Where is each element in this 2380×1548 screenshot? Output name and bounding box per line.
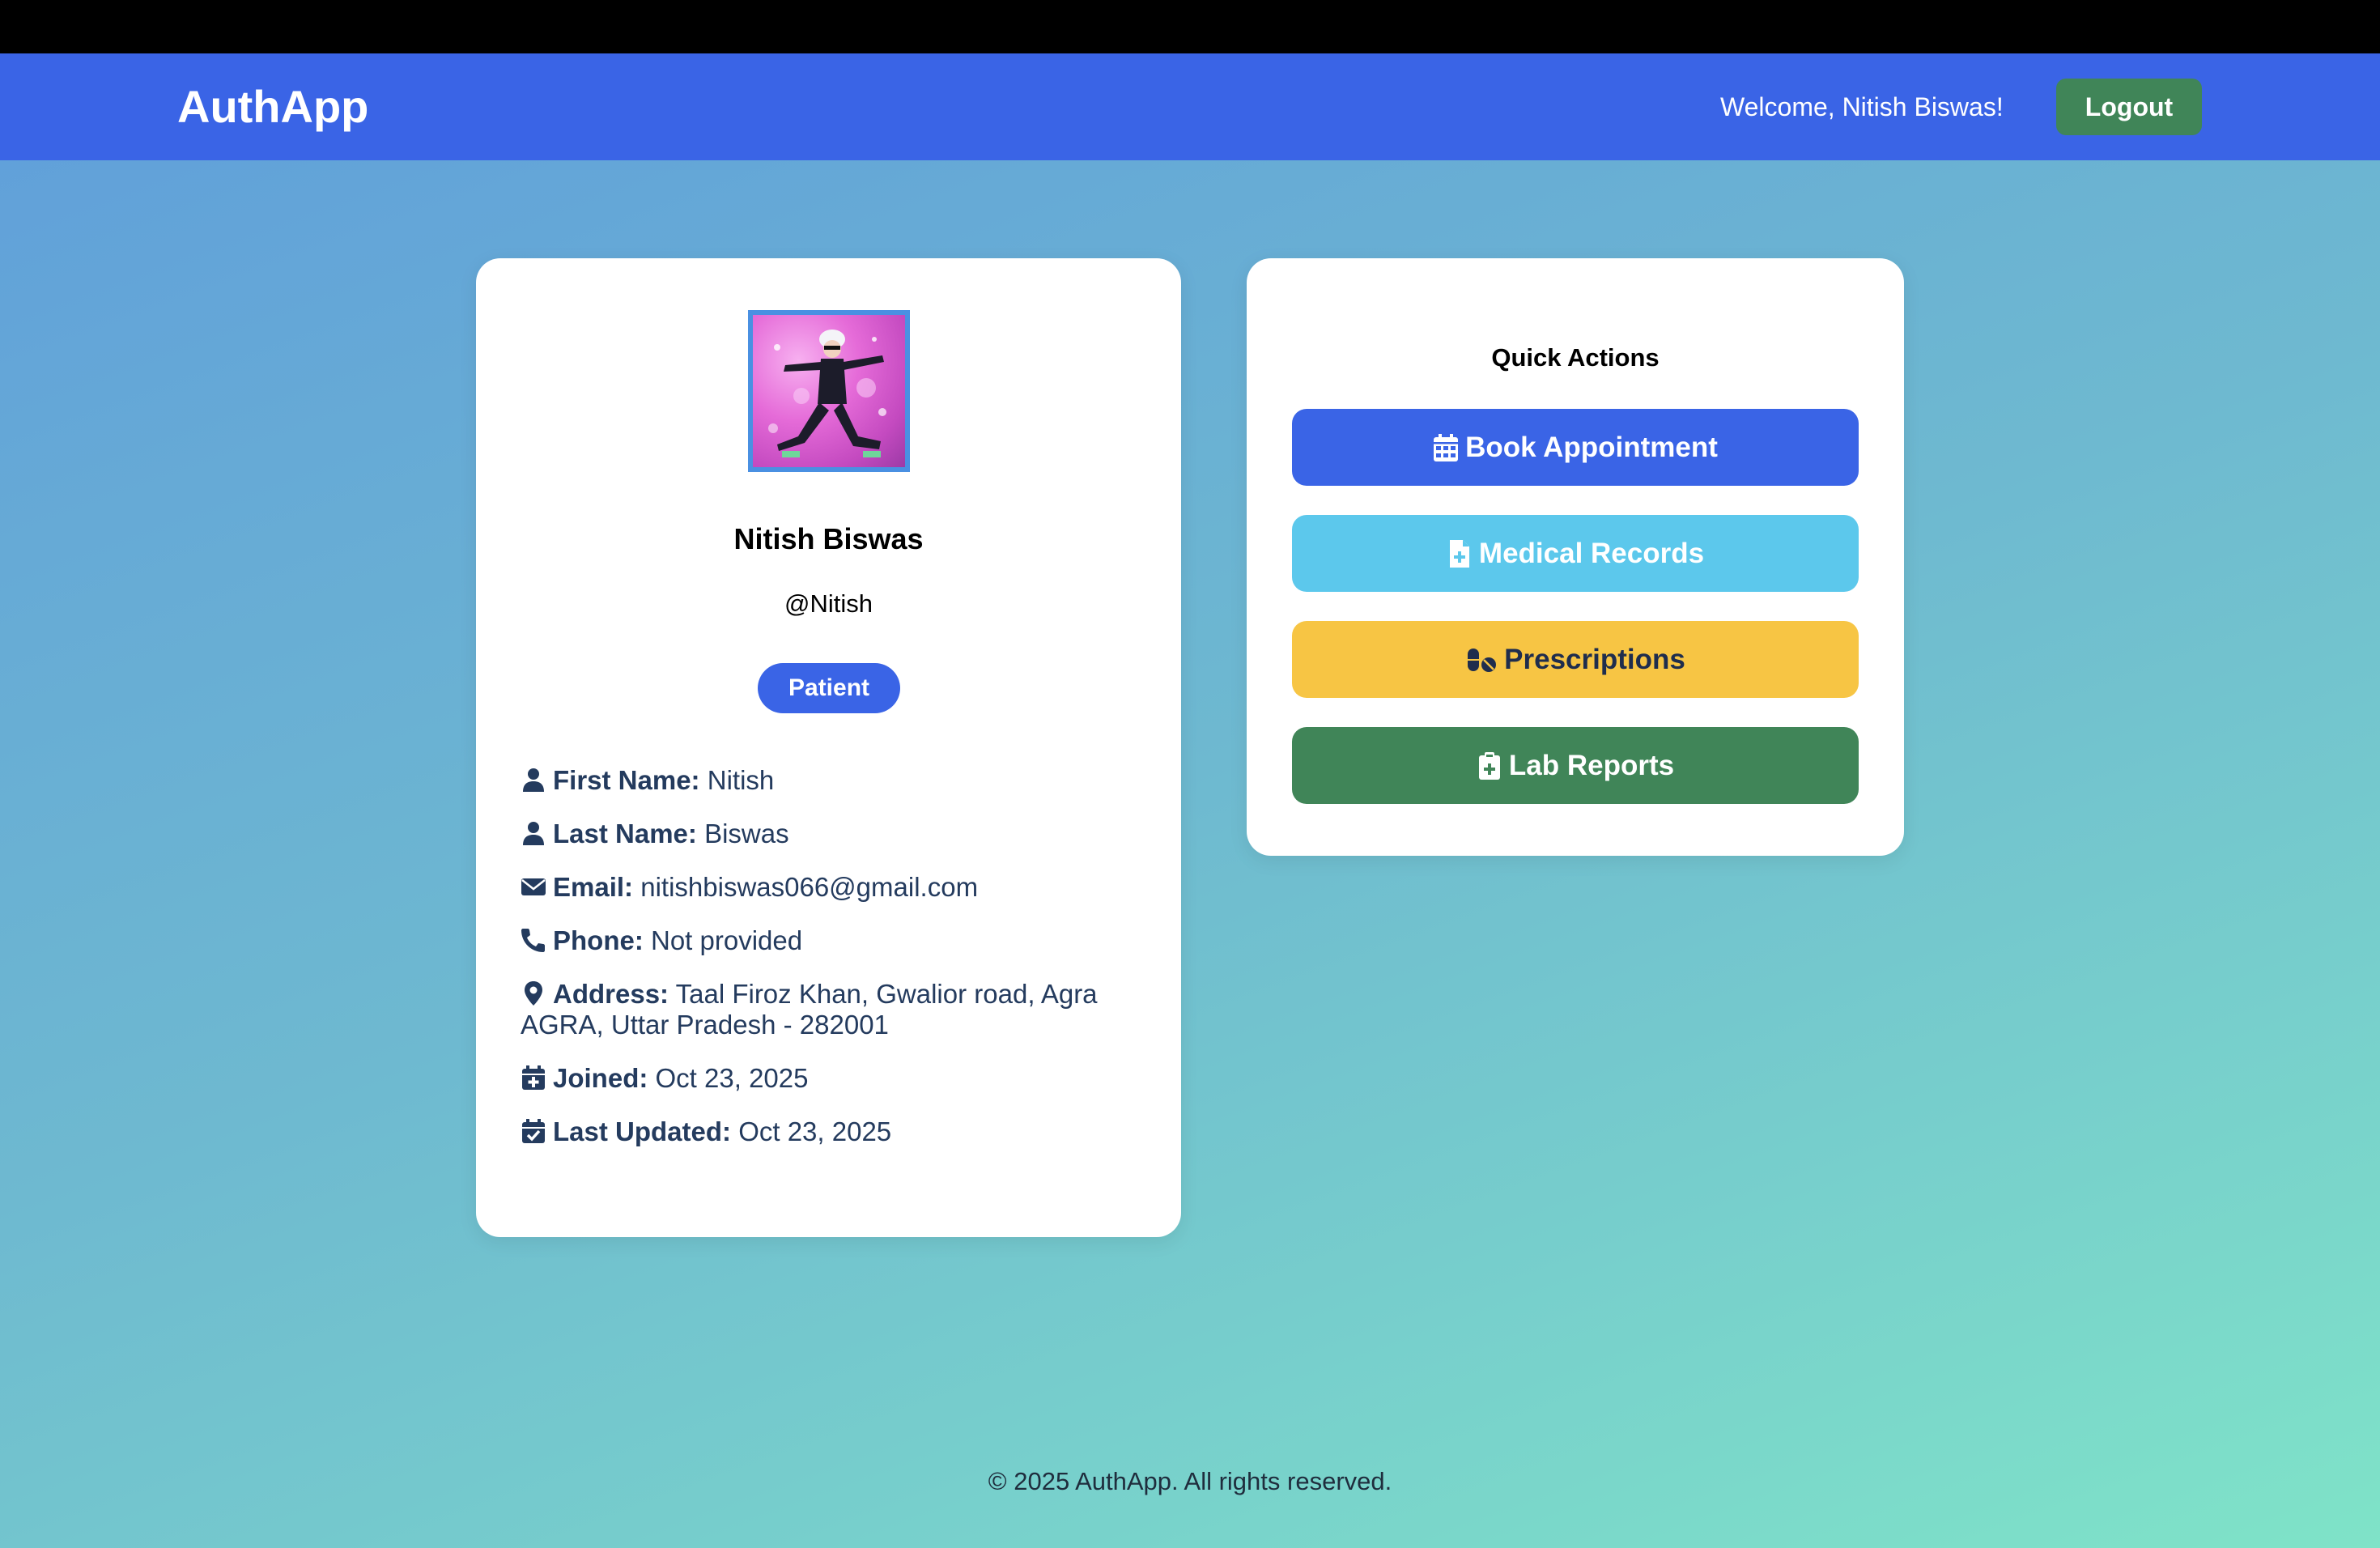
book-appointment-label: Book Appointment <box>1465 431 1718 463</box>
phone-label: Phone: <box>553 925 644 955</box>
first-name-label: First Name: <box>553 765 700 795</box>
calendar-check-icon <box>522 1119 545 1143</box>
browser-top-bar <box>0 0 2380 53</box>
avatar-image <box>768 330 886 457</box>
address-label: Address: <box>553 979 669 1009</box>
profile-full-name: Nitish Biswas <box>733 522 924 555</box>
info-phone: Phone: Not provided <box>521 925 802 956</box>
logout-button[interactable]: Logout <box>2056 79 2202 135</box>
joined-value: Oct 23, 2025 <box>655 1063 809 1093</box>
calendar-icon <box>1434 433 1459 461</box>
medical-records-label: Medical Records <box>1478 537 1705 569</box>
last-name-label: Last Name: <box>553 819 697 848</box>
map-pin-icon <box>525 981 542 1006</box>
info-address-line2: AGRA, Uttar Pradesh - 282001 <box>521 1010 889 1040</box>
page: AuthApp Welcome, Nitish Biswas! Logout N… <box>0 0 2380 1548</box>
calendar-plus-icon <box>522 1065 545 1090</box>
user-icon <box>523 822 544 845</box>
info-address: Address: Taal Firoz Khan, Gwalior road, … <box>521 979 1098 1010</box>
role-badge: Patient <box>758 663 900 713</box>
avatar <box>748 310 910 472</box>
lab-reports-label: Lab Reports <box>1508 749 1675 781</box>
quick-actions-title: Quick Actions <box>1491 343 1660 372</box>
joined-label: Joined: <box>553 1063 648 1093</box>
last-updated-value: Oct 23, 2025 <box>738 1116 892 1146</box>
welcome-message: Welcome, Nitish Biswas! <box>1720 92 2004 121</box>
info-joined: Joined: Oct 23, 2025 <box>521 1063 808 1094</box>
lab-reports-button[interactable]: Lab Reports <box>1292 727 1859 804</box>
envelope-icon <box>521 878 546 895</box>
user-icon <box>523 768 544 792</box>
info-last-updated: Last Updated: Oct 23, 2025 <box>521 1116 891 1147</box>
first-name-value: Nitish <box>707 765 775 795</box>
phone-icon <box>521 929 545 952</box>
address-value-line1: Taal Firoz Khan, Gwalior road, Agra <box>675 979 1098 1009</box>
info-email: Email: nitishbiswas066@gmail.com <box>521 872 978 903</box>
phone-value: Not provided <box>651 925 803 955</box>
email-value: nitishbiswas066@gmail.com <box>640 872 979 902</box>
last-name-value: Biswas <box>704 819 789 848</box>
book-appointment-button[interactable]: Book Appointment <box>1292 409 1859 486</box>
brand-logo[interactable]: AuthApp <box>177 79 368 134</box>
clipboard-medical-icon <box>1478 751 1500 780</box>
last-updated-label: Last Updated: <box>553 1116 732 1146</box>
file-medical-icon <box>1449 539 1469 568</box>
pills-icon <box>1468 648 1497 672</box>
email-label: Email: <box>553 872 634 902</box>
prescriptions-label: Prescriptions <box>1504 643 1685 675</box>
medical-records-button[interactable]: Medical Records <box>1292 515 1859 592</box>
profile-username: @Nitish <box>784 589 873 618</box>
prescriptions-button[interactable]: Prescriptions <box>1292 621 1859 698</box>
info-last-name: Last Name: Biswas <box>521 819 789 849</box>
footer-copyright: © 2025 AuthApp. All rights reserved. <box>988 1467 1392 1495</box>
info-first-name: First Name: Nitish <box>521 765 774 796</box>
address-value-line2: AGRA, Uttar Pradesh - 282001 <box>521 1010 889 1040</box>
